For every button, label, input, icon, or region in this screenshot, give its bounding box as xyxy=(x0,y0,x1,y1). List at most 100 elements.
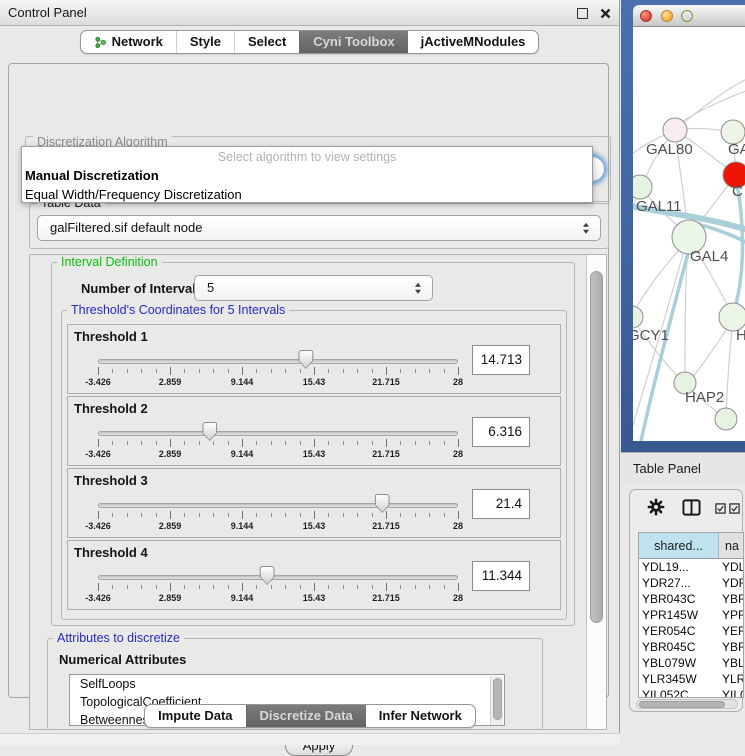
threshold-slider[interactable]: -3.4262.8599.14415.4321.71528 xyxy=(98,495,458,535)
column-header-name[interactable]: na xyxy=(719,533,743,558)
number-of-intervals-combobox[interactable]: 5 xyxy=(194,275,433,301)
column-check-button-2[interactable] xyxy=(729,502,740,517)
tab-label: Network xyxy=(112,31,163,53)
threshold-panel: Threshold 1 -3.4262.8599.14415.4321.7152… xyxy=(67,324,561,394)
node-bottom[interactable] xyxy=(715,408,737,430)
node-table: shared... na YDL19...YDL1YDR27...YDR2YBR… xyxy=(638,532,744,698)
column-check-button-1[interactable] xyxy=(715,502,726,517)
slider-ticks xyxy=(98,511,458,519)
network-icon xyxy=(94,36,107,49)
scrollbar-thumb[interactable] xyxy=(590,271,603,623)
tab-label: Select xyxy=(248,31,286,53)
table-row[interactable]: YBR043CYBR0 xyxy=(639,591,743,607)
table-row[interactable]: YPR145WYPR1 xyxy=(639,607,743,623)
table-cell: YPR1 xyxy=(719,607,743,623)
algorithm-option-manual[interactable]: Manual Discretization xyxy=(22,166,592,185)
threshold-value-field[interactable]: 6.316 xyxy=(472,417,530,447)
panel-title: Control Panel xyxy=(8,0,87,26)
table-row[interactable]: YDL19...YDL1 xyxy=(639,559,743,575)
table-data-combobox[interactable]: galFiltered.sif default node xyxy=(37,215,601,241)
network-window-titlebar[interactable] xyxy=(633,5,745,27)
table-header-row: shared... na xyxy=(639,533,743,559)
table-panel-header: Table Panel xyxy=(621,452,745,484)
tab-select[interactable]: Select xyxy=(234,31,299,53)
table-panel: shared... na YDL19...YDL1YDR27...YDR2YBR… xyxy=(629,489,743,712)
tab-network[interactable]: Network xyxy=(81,31,176,53)
attributes-group-title: Attributes to discretize xyxy=(53,631,184,646)
tab-discretize-data[interactable]: Discretize Data xyxy=(246,705,366,727)
slider-track[interactable] xyxy=(98,503,458,508)
close-icon[interactable] xyxy=(599,7,612,20)
node-label: GCY1 xyxy=(633,327,669,344)
tab-style[interactable]: Style xyxy=(176,31,234,53)
threshold-value-field[interactable]: 14.713 xyxy=(472,345,530,375)
threshold-value-field[interactable]: 11.344 xyxy=(472,561,530,591)
slider-track[interactable] xyxy=(98,575,458,580)
algorithm-option-equal-width[interactable]: Equal Width/Frequency Discretization xyxy=(22,185,592,204)
column-header-shared-name[interactable]: shared... xyxy=(639,533,719,558)
zoom-traffic-light[interactable] xyxy=(681,10,693,22)
table-cell: YBR0 xyxy=(719,591,743,607)
slider-thumb[interactable] xyxy=(298,350,313,369)
numerical-attributes-label: Numerical Attributes xyxy=(59,652,186,667)
table-row[interactable]: YIL052CYIL0 xyxy=(639,687,743,698)
thresholds-group-title: Threshold's Coordinates for 5 Intervals xyxy=(67,303,289,318)
table-horizontal-scrollbar[interactable] xyxy=(636,699,738,709)
tab-impute-data[interactable]: Impute Data xyxy=(145,705,245,727)
table-row[interactable]: YBR045CYBR0 xyxy=(639,639,743,655)
table-row[interactable]: YDR27...YDR2 xyxy=(639,575,743,591)
threshold-slider[interactable]: -3.4262.8599.14415.4321.71528 xyxy=(98,567,458,607)
slider-thumb[interactable] xyxy=(260,566,275,585)
threshold-slider[interactable]: -3.4262.8599.14415.4321.71528 xyxy=(98,351,458,391)
combo-spinner-icon xyxy=(583,223,589,234)
table-row[interactable]: YER054CYER0 xyxy=(639,623,743,639)
tab-cyni-toolbox[interactable]: Cyni Toolbox xyxy=(299,31,407,53)
tab-label: Discretize Data xyxy=(260,705,353,727)
algorithm-dropdown-popup: Select algorithm to view settings Manual… xyxy=(21,146,593,203)
tab-infer-network[interactable]: Infer Network xyxy=(366,705,475,727)
network-window[interactable]: GAL80GACGAL11GAL4GCY1HHAP2 xyxy=(621,0,745,452)
table-data-value: galFiltered.sif default node xyxy=(50,216,202,240)
float-window-icon[interactable] xyxy=(577,8,588,19)
threshold-panel: Threshold 4 -3.4262.8599.14415.4321.7152… xyxy=(67,540,561,610)
table-cell: YDR2 xyxy=(719,575,743,591)
network-canvas[interactable]: GAL80GACGAL11GAL4GCY1HHAP2 xyxy=(633,27,745,441)
column-split-icon xyxy=(682,498,701,517)
tab-jactivemnodules[interactable]: jActiveMNodules xyxy=(408,31,539,53)
node-gal80[interactable] xyxy=(663,118,687,142)
slider-track[interactable] xyxy=(98,431,458,436)
node-label: GAL11 xyxy=(636,198,682,215)
tab-label: Infer Network xyxy=(379,705,462,727)
node-gal11[interactable] xyxy=(633,175,652,199)
node-gcy1[interactable] xyxy=(633,306,643,328)
control-panel: Control Panel Network Style Select xyxy=(0,0,620,745)
attribute-item[interactable]: SelfLoops xyxy=(70,675,504,693)
cyni-toolbox-panel: Discretization Algorithm Select algorith… xyxy=(8,63,609,698)
settings-vertical-scrollbar[interactable] xyxy=(586,255,606,729)
slider-thumb[interactable] xyxy=(375,494,390,513)
tab-label: Cyni Toolbox xyxy=(313,31,394,53)
table-cell: YBR0 xyxy=(719,639,743,655)
threshold-slider[interactable]: -3.4262.8599.14415.4321.71528 xyxy=(98,423,458,463)
slider-ticks xyxy=(98,367,458,375)
split-columns-button[interactable] xyxy=(682,498,701,520)
table-row[interactable]: YBL079WYBL0 xyxy=(639,655,743,671)
table-cell: YDR27... xyxy=(639,575,719,591)
tab-label: Style xyxy=(190,31,221,53)
table-cell: YIL052C xyxy=(639,687,719,698)
slider-track[interactable] xyxy=(98,359,458,364)
slider-thumb[interactable] xyxy=(202,422,217,441)
top-tab-bar: Network Style Select Cyni Toolbox jActiv… xyxy=(0,30,619,54)
table-row[interactable]: YLR345WYLR3 xyxy=(639,671,743,687)
threshold-value-field[interactable]: 21.4 xyxy=(472,489,530,519)
scrollbar-thumb[interactable] xyxy=(639,701,725,708)
threshold-label: Threshold 3 xyxy=(74,473,148,488)
table-cell: YPR145W xyxy=(639,607,719,623)
gear-icon xyxy=(647,498,665,516)
minimize-traffic-light[interactable] xyxy=(661,10,673,22)
close-traffic-light[interactable] xyxy=(640,10,652,22)
interval-definition-group-title: Interval Definition xyxy=(57,255,162,270)
table-settings-button[interactable] xyxy=(647,498,665,519)
network-edge[interactable] xyxy=(726,319,733,419)
table-cell: YIL0 xyxy=(719,687,743,698)
